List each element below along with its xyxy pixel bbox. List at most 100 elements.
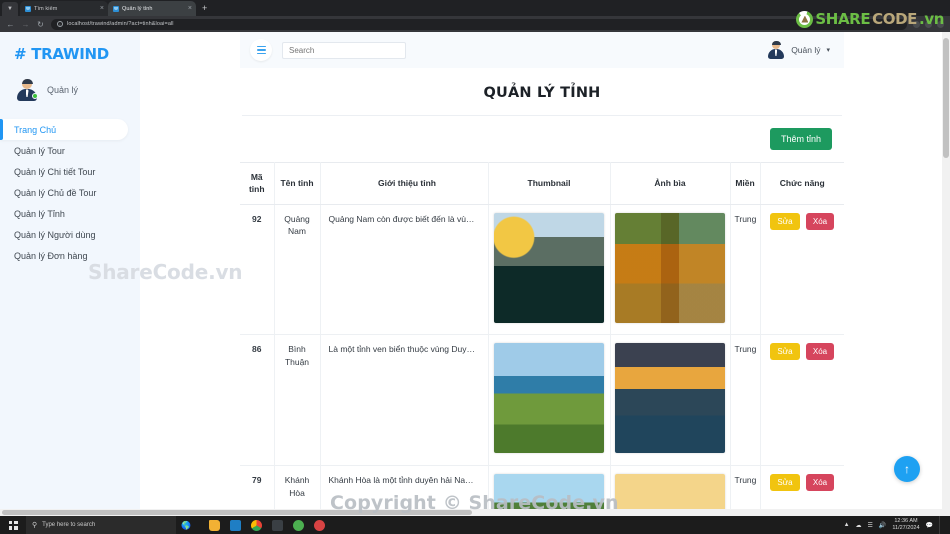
page-viewport: # TRAWIND Quản lý Trang Chủ Quản lý Tour… [0, 32, 950, 516]
close-icon[interactable]: × [100, 5, 104, 12]
chevron-down-icon[interactable]: ▾ [826, 46, 830, 54]
close-icon[interactable]: × [188, 5, 192, 12]
browser-tab-2[interactable]: Quản lý tỉnh × [108, 1, 196, 16]
copyright-watermark: Copyright © ShareCode.vn [330, 492, 619, 514]
topbar-user-menu[interactable]: Quản lý ▾ [767, 40, 834, 59]
sidebar-item-quan-ly-tinh[interactable]: Quản lý Tỉnh [0, 203, 140, 224]
tab-title: Quản lý tỉnh [122, 5, 153, 12]
sidebar-item-chi-tiet-tour[interactable]: Quản lý Chi tiết Tour [0, 161, 140, 182]
cell-mien: Trung [730, 204, 761, 336]
sidebar-item-label: Quản lý Đơn hàng [14, 250, 88, 261]
online-status-dot [32, 93, 38, 99]
sidebar-item-label: Quản lý Tỉnh [14, 208, 65, 219]
cell-gioi-thieu: Là một tỉnh ven biển thuộc vùng Duy… [320, 334, 489, 467]
brand-logo[interactable]: # TRAWIND [0, 32, 140, 63]
search-icon: ⚲ [32, 522, 38, 529]
back-icon[interactable]: ← [6, 20, 15, 29]
sidebar-item-trang-chu[interactable]: Trang Chủ [0, 119, 128, 140]
address-bar[interactable]: i localhost/trawind/admin/?act=tinh&loai… [51, 18, 907, 30]
delete-button[interactable]: Xóa [805, 474, 835, 492]
cell-ten-tinh: Bình Thuận [274, 334, 321, 467]
volume-icon[interactable]: 🔊 [879, 522, 886, 529]
delete-button[interactable]: Xóa [805, 343, 835, 361]
browser-tab-1[interactable]: Tìm kiếm × [20, 1, 108, 16]
cell-mien: Trung [730, 334, 761, 467]
table-row: 86 Bình Thuận Là một tỉnh ven biển thuộc… [240, 334, 844, 467]
taskbar-pinned-apps [196, 516, 329, 534]
tab-favicon [113, 5, 119, 12]
table-header-row: Mã tỉnh Tên tỉnh Giới thiệu tỉnh Thumbna… [240, 162, 844, 205]
vertical-scrollbar-thumb[interactable] [943, 38, 949, 158]
main-content: Quản lý ▾ QUẢN LÝ TỈNH Thêm tỉnh Mã tỉnh… [140, 32, 950, 516]
vscode-icon[interactable] [225, 516, 245, 534]
taskbar-search-placeholder: Type here to search [42, 522, 96, 528]
sidebar-item-label: Quản lý Chủ đề Tour [14, 187, 97, 198]
cell-anh-bia [610, 204, 731, 336]
cell-gioi-thieu: Quảng Nam còn được biết đến là vù… [320, 204, 489, 336]
cloud-icon[interactable]: ☁ [856, 522, 862, 529]
table-row: 92 Quảng Nam Quảng Nam còn được biết đến… [240, 204, 844, 336]
hamburger-icon[interactable] [250, 39, 272, 61]
logo-share-text: SHARE [815, 10, 871, 28]
clock-date: 11/27/2024 [892, 525, 920, 531]
network-icon[interactable]: ☰ [868, 522, 873, 529]
province-thumbnail-image [494, 343, 604, 454]
edit-button[interactable]: Sửa [770, 343, 800, 361]
topbar-user-name: Quản lý [791, 45, 821, 55]
search-input[interactable] [282, 41, 406, 59]
tab-search-button[interactable]: ▼ [2, 2, 18, 16]
provinces-table: Mã tỉnh Tên tỉnh Giới thiệu tỉnh Thumbna… [240, 162, 844, 516]
add-province-button[interactable]: Thêm tỉnh [769, 128, 832, 150]
chrome-icon[interactable] [246, 516, 266, 534]
col-header-gioi-thieu: Giới thiệu tỉnh [320, 162, 489, 205]
col-header-ma-tinh: Mã tỉnh [240, 162, 275, 205]
profile-name: Quản lý [47, 85, 79, 95]
sidebar-profile[interactable]: Quản lý [0, 63, 140, 101]
xampp-icon[interactable] [288, 516, 308, 534]
page-title: QUẢN LÝ TỈNH [483, 85, 601, 101]
cell-thumbnail [488, 204, 611, 336]
chevron-up-icon[interactable]: ▲ [844, 522, 850, 528]
notifications-icon[interactable]: 💬 [926, 522, 933, 529]
system-tray: ▲ ☁ ☰ 🔊 12:36 AM 11/27/2024 💬 [844, 516, 950, 534]
delete-button[interactable]: Xóa [805, 212, 835, 230]
file-explorer-icon[interactable] [204, 516, 224, 534]
info-icon[interactable]: i [57, 21, 63, 27]
windows-start-icon[interactable] [0, 516, 26, 534]
logo-code-text: CODE [872, 10, 918, 28]
scroll-to-top-button[interactable]: ↑ [894, 456, 920, 482]
sidebar-watermark: ShareCode.vn [88, 260, 243, 284]
clock-time: 12:36 AM [894, 518, 918, 525]
show-desktop-button[interactable] [939, 516, 944, 534]
cell-anh-bia [610, 334, 731, 467]
table-body: 92 Quảng Nam Quảng Nam còn được biết đến… [240, 204, 844, 516]
sidebar-item-label: Quản lý Người dùng [14, 229, 96, 240]
media-app-icon[interactable] [309, 516, 329, 534]
edit-button[interactable]: Sửa [770, 212, 800, 230]
sidebar-item-quan-ly-tour[interactable]: Quản lý Tour [0, 140, 140, 161]
reload-icon[interactable]: ↻ [36, 20, 45, 29]
tab-title: Tìm kiếm [34, 5, 58, 12]
col-header-thumbnail: Thumbnail [488, 162, 611, 205]
province-cover-image [615, 343, 725, 454]
new-tab-button[interactable]: + [196, 1, 213, 16]
sidebar-item-label: Quản lý Tour [14, 145, 65, 156]
forward-icon[interactable]: → [21, 20, 30, 29]
sidebar-item-nguoi-dung[interactable]: Quản lý Người dùng [0, 224, 140, 245]
logo-vn-text: .vn [919, 10, 944, 28]
taskbar-search-input[interactable]: ⚲ Type here to search [26, 516, 176, 534]
vertical-scrollbar[interactable] [942, 32, 950, 516]
sidebar-item-label: Quản lý Chi tiết Tour [14, 166, 96, 177]
province-thumbnail-image [494, 212, 604, 323]
edit-button[interactable]: Sửa [770, 474, 800, 492]
avatar [767, 40, 785, 59]
sidebar-item-chu-de-tour[interactable]: Quản lý Chủ đề Tour [0, 182, 140, 203]
sharecode-logo: SHARE CODE .vn [796, 10, 944, 28]
terminal-icon[interactable] [267, 516, 287, 534]
cortana-icon[interactable]: 🌎 [176, 516, 196, 534]
taskbar-clock[interactable]: 12:36 AM 11/27/2024 [892, 518, 919, 532]
avatar [16, 78, 38, 101]
add-button-row: Thêm tỉnh [240, 116, 844, 162]
tab-favicon [25, 5, 31, 12]
col-header-chuc-nang: Chức năng [760, 162, 844, 205]
